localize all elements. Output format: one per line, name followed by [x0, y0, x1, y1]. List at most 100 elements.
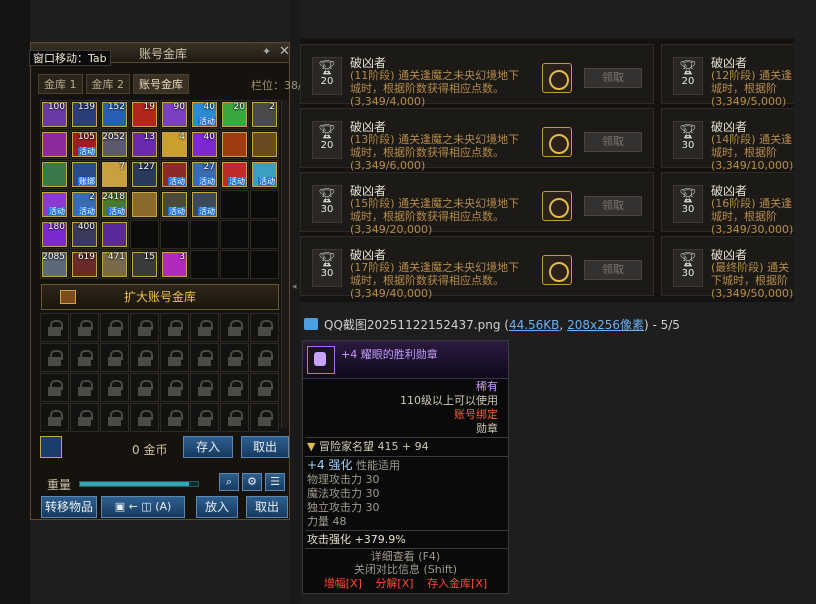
warehouse-slot[interactable]: 账绑	[70, 160, 99, 189]
warehouse-slot[interactable]: 活动	[220, 160, 249, 189]
warehouse-slot[interactable]: 40	[190, 130, 219, 159]
warehouse-slot[interactable]: 90	[160, 100, 189, 129]
item-icon[interactable]: 账绑	[72, 162, 97, 187]
item-icon[interactable]: 152	[102, 102, 127, 127]
claim-button[interactable]: 领取	[584, 132, 642, 152]
item-icon[interactable]: 3	[162, 252, 187, 277]
warehouse-slot[interactable]: 471	[100, 250, 129, 279]
list-icon[interactable]: ☰	[265, 473, 285, 491]
item-icon[interactable]: 2052	[102, 132, 127, 157]
item-icon[interactable]: 活动	[222, 162, 247, 187]
item-icon[interactable]: 127	[132, 162, 157, 187]
item-icon[interactable]: 7	[102, 162, 127, 187]
warehouse-slot[interactable]: 2	[250, 100, 279, 129]
warehouse-slot[interactable]: 活动	[160, 190, 189, 219]
warehouse-scrollbar[interactable]	[281, 100, 289, 428]
warehouse-slot[interactable]: 活动	[190, 190, 219, 219]
warehouse-slot[interactable]: 活动	[160, 160, 189, 189]
warehouse-slot[interactable]: 40 活动	[190, 100, 219, 129]
warehouse-slot[interactable]: 105 活动	[70, 130, 99, 159]
item-icon[interactable]: 13	[132, 132, 157, 157]
warehouse-slot[interactable]: 127	[130, 160, 159, 189]
item-icon[interactable]: 2	[252, 102, 277, 127]
put-in-button[interactable]: 放入	[196, 496, 238, 518]
item-icon[interactable]: 90	[162, 102, 187, 127]
claim-button[interactable]: 领取	[584, 260, 642, 280]
search-icon[interactable]: ⌕	[219, 473, 239, 491]
item-icon[interactable]: 40	[192, 132, 217, 157]
tab-account-warehouse[interactable]: 账号金库	[133, 74, 189, 94]
claim-button[interactable]: 领取	[584, 68, 642, 88]
warehouse-slot[interactable]	[220, 190, 249, 219]
warehouse-slot[interactable]	[190, 220, 219, 249]
warehouse-slot[interactable]: 2418 活动	[100, 190, 129, 219]
warehouse-slot[interactable]	[220, 250, 249, 279]
warehouse-slot[interactable]	[130, 220, 159, 249]
warehouse-slot[interactable]	[190, 250, 219, 279]
warehouse-slot[interactable]	[40, 130, 69, 159]
item-icon[interactable]: 180	[42, 222, 67, 247]
item-icon[interactable]: 105 活动	[72, 132, 97, 157]
item-icon[interactable]: 活动	[162, 192, 187, 217]
warehouse-slot[interactable]: 活动	[250, 160, 279, 189]
item-icon[interactable]	[222, 132, 247, 157]
item-icon[interactable]	[102, 222, 127, 247]
item-icon[interactable]: 20	[222, 102, 247, 127]
item-icon[interactable]: 400	[72, 222, 97, 247]
warehouse-slot[interactable]	[220, 130, 249, 159]
item-icon[interactable]	[42, 162, 67, 187]
item-icon[interactable]: 471	[102, 252, 127, 277]
warehouse-slot[interactable]: 2 活动	[70, 190, 99, 219]
move-to-bag-button[interactable]: ▣ ← ◫ (A)	[101, 496, 185, 518]
item-icon[interactable]	[42, 132, 67, 157]
warehouse-slot[interactable]: 2052	[100, 130, 129, 159]
warehouse-slot[interactable]: 180	[40, 220, 69, 249]
warehouse-slot[interactable]	[250, 130, 279, 159]
warehouse-slot[interactable]: 27 活动	[190, 160, 219, 189]
tab-warehouse-1[interactable]: 金库 1	[38, 74, 83, 94]
item-icon[interactable]: 活动	[42, 192, 67, 217]
warehouse-slot[interactable]: 2085	[40, 250, 69, 279]
image-dimensions-link[interactable]: 208x256像素	[567, 318, 644, 332]
warehouse-slot[interactable]	[100, 220, 129, 249]
take-out-button[interactable]: 取出	[246, 496, 288, 518]
warehouse-slot[interactable]: 100	[40, 100, 69, 129]
tab-warehouse-2[interactable]: 金库 2	[85, 74, 130, 94]
withdraw-gold-button[interactable]: 取出	[241, 436, 289, 458]
item-icon[interactable]: 139	[72, 102, 97, 127]
warehouse-slot[interactable]	[220, 220, 249, 249]
warehouse-slot[interactable]	[250, 190, 279, 219]
warehouse-slot[interactable]	[160, 220, 189, 249]
item-icon[interactable]	[132, 192, 157, 217]
warehouse-slot[interactable]: 3	[160, 250, 189, 279]
transfer-items-button[interactable]: 转移物品	[41, 496, 97, 518]
item-icon[interactable]: 4	[162, 132, 187, 157]
warehouse-slot[interactable]: 7	[100, 160, 129, 189]
item-icon[interactable]: 19	[132, 102, 157, 127]
expand-warehouse-button[interactable]: 扩大账号金库	[41, 284, 279, 310]
item-icon[interactable]: 2 活动	[72, 192, 97, 217]
item-icon[interactable]: 100	[42, 102, 67, 127]
warehouse-slot[interactable]: 20	[220, 100, 249, 129]
splitter-arrow-icon[interactable]: ◂	[292, 282, 297, 292]
warehouse-slot[interactable]: 15	[130, 250, 159, 279]
warehouse-slot[interactable]	[40, 160, 69, 189]
item-icon[interactable]: 2085	[42, 252, 67, 277]
pin-icon[interactable]: ✦	[262, 46, 274, 58]
disassemble-action[interactable]: 分解[X]	[375, 577, 413, 590]
warehouse-slot[interactable]	[250, 250, 279, 279]
claim-button[interactable]: 领取	[584, 196, 642, 216]
item-icon[interactable]: 活动	[192, 192, 217, 217]
item-icon[interactable]: 活动	[162, 162, 187, 187]
gear-icon[interactable]: ⚙	[242, 473, 262, 491]
item-icon[interactable]: 2418 活动	[102, 192, 127, 217]
item-icon[interactable]: 活动	[252, 162, 277, 187]
file-size-link[interactable]: 44.56KB	[509, 318, 559, 332]
deposit-gold-button[interactable]: 存入	[183, 436, 233, 458]
item-icon[interactable]: 619	[72, 252, 97, 277]
warehouse-slot[interactable]	[130, 190, 159, 219]
close-icon[interactable]: ✕	[279, 44, 291, 60]
warehouse-slot[interactable]: 139	[70, 100, 99, 129]
warehouse-slot[interactable]: 活动	[40, 190, 69, 219]
warehouse-slot[interactable]: 400	[70, 220, 99, 249]
